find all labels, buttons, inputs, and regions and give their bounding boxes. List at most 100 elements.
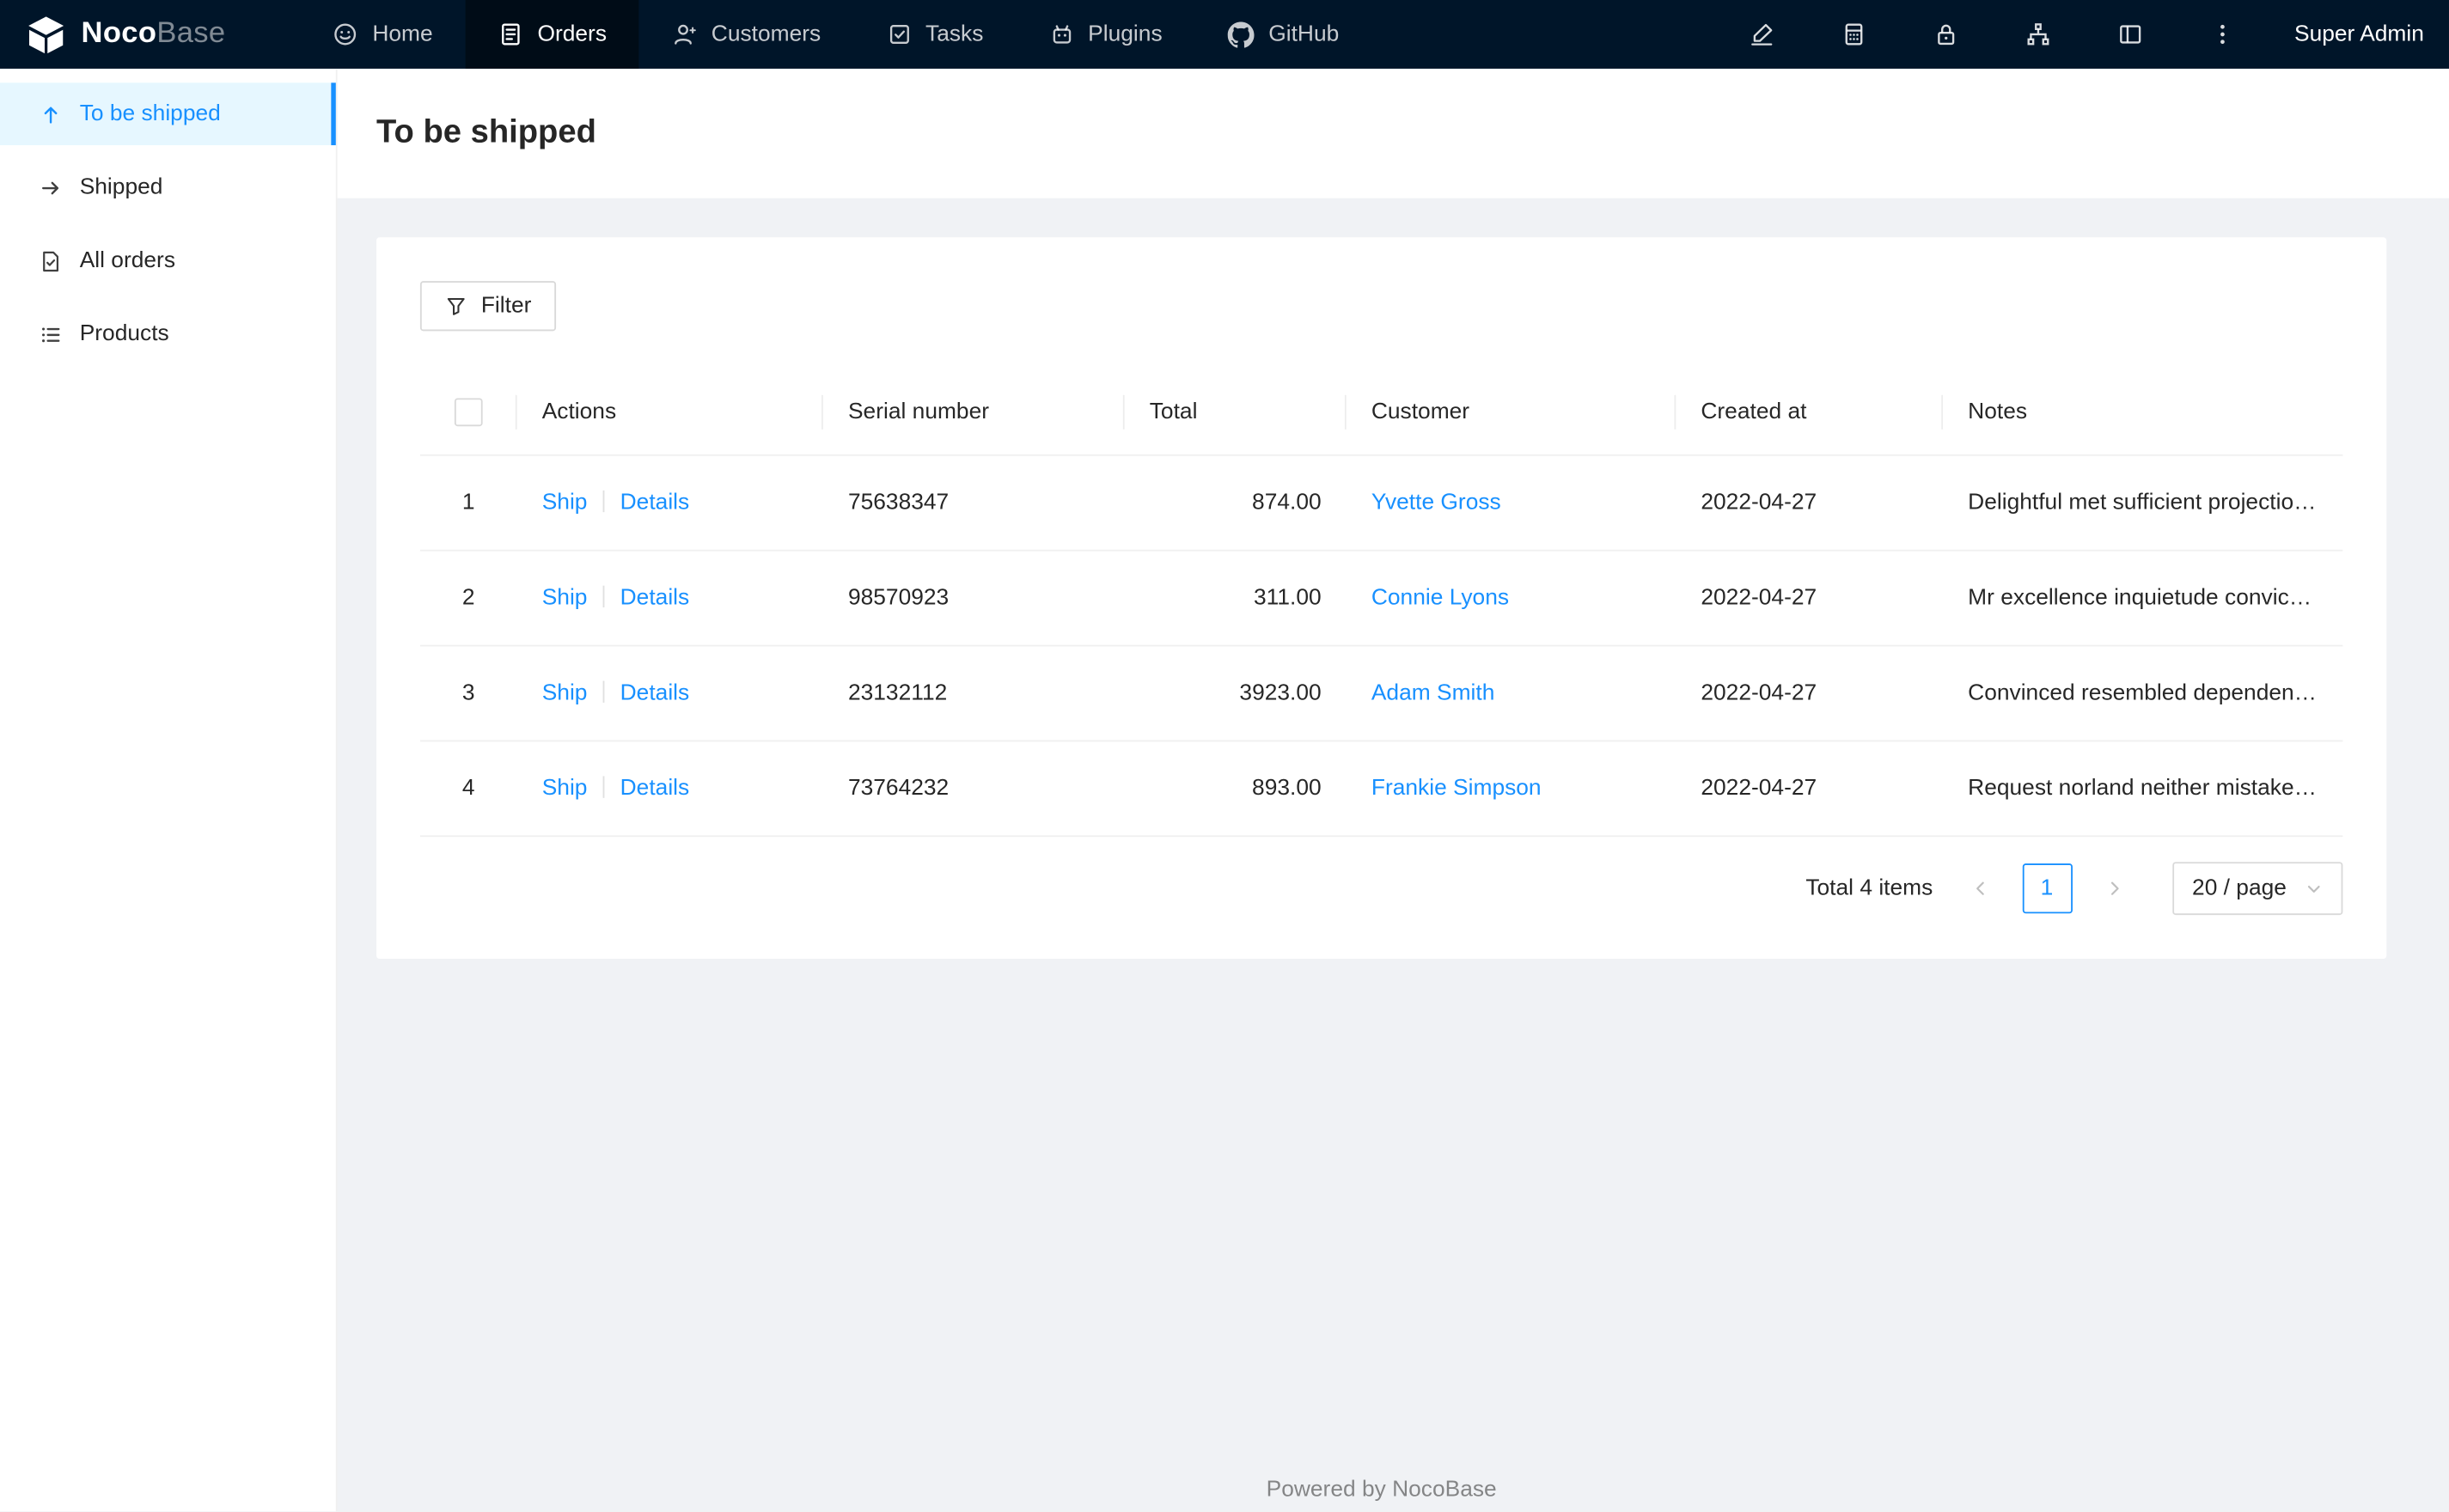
prev-page-button[interactable]	[1955, 863, 2005, 913]
details-link[interactable]: Details	[620, 776, 690, 801]
main-area: To be shipped Filter Actions Serial numb…	[337, 68, 2449, 1512]
total-cell: 893.00	[1252, 776, 1322, 802]
row-actions: Ship Details	[517, 585, 823, 611]
sidebar: To be shipped Shipped All orders Product…	[0, 68, 338, 1512]
sidebar-item-to-be-shipped[interactable]: To be shipped	[0, 82, 336, 146]
file-done-icon	[39, 249, 62, 272]
created-at-cell: 2022-04-27	[1701, 490, 1817, 515]
nocobase-logo[interactable]: NocoBase	[0, 0, 263, 69]
chevron-down-icon	[2307, 885, 2320, 893]
total-cell: 311.00	[1254, 585, 1322, 611]
nav-item-label: Tasks	[925, 21, 984, 47]
notes-cell: Mr excellence inquietude conviction is i…	[1968, 585, 2342, 611]
sidebar-item-all-orders[interactable]: All orders	[0, 229, 336, 292]
select-all-cell	[420, 397, 517, 426]
ship-link[interactable]: Ship	[542, 776, 588, 801]
frame: To be shipped Shipped All orders Product…	[0, 68, 2449, 1512]
table-row: 3 Ship Details 23132112 3923.00 Adam Smit…	[419, 646, 2343, 742]
details-link[interactable]: Details	[620, 586, 690, 611]
nav-item-label: GitHub	[1268, 21, 1340, 47]
nav-item-home[interactable]: Home	[301, 0, 466, 69]
nav-item-tasks[interactable]: Tasks	[853, 0, 1016, 69]
pagination-total: Total 4 items	[1805, 875, 1933, 901]
table-header: Actions Serial number Total Customer Cre…	[419, 369, 2343, 456]
calculator-icon[interactable]	[1809, 0, 1901, 69]
filter-button-label: Filter	[480, 293, 532, 319]
orders-table: Actions Serial number Total Customer Cre…	[419, 369, 2343, 838]
customer-cell: Yvette Gross	[1347, 491, 1676, 515]
action-divider	[602, 490, 605, 513]
page-size-value: 20 / page	[2192, 875, 2287, 901]
user-menu[interactable]: Super Admin	[2269, 21, 2437, 46]
filter-button[interactable]: Filter	[419, 281, 557, 332]
content-area: Filter Actions Serial number Total Custo…	[337, 198, 2449, 1512]
details-link[interactable]: Details	[620, 491, 690, 515]
ship-link[interactable]: Ship	[542, 680, 588, 705]
column-header-customer: Customer	[1347, 399, 1676, 424]
next-page-button[interactable]	[2089, 863, 2139, 913]
action-divider	[602, 680, 605, 703]
nav-item-customers[interactable]: Customers	[639, 0, 853, 69]
arrow-up-icon	[39, 102, 62, 125]
sidebar-item-products[interactable]: Products	[0, 303, 336, 366]
top-navbar: NocoBase Home Orders Customers Tasks Plu…	[0, 0, 2449, 69]
nav-item-github[interactable]: GitHub	[1195, 0, 1372, 69]
apartment-icon[interactable]	[1993, 0, 2085, 69]
page-1-button[interactable]: 1	[2021, 863, 2073, 914]
more-icon[interactable]	[2177, 0, 2269, 69]
notes-cell: Delightful met sufficient projection ask…	[1968, 490, 2342, 515]
notes-cell: Request norland neither mistake for yet.…	[1968, 776, 2342, 802]
serial-number-cell: 73764232	[847, 776, 950, 802]
navbar-right: Super Admin	[1716, 0, 2449, 69]
row-actions: Ship Details	[517, 680, 823, 706]
created-at-cell: 2022-04-27	[1701, 680, 1817, 706]
customer-link[interactable]: Yvette Gross	[1371, 491, 1501, 515]
select-all-checkbox[interactable]	[454, 397, 483, 426]
sidebar-item-label: Shipped	[79, 174, 163, 200]
customer-cell: Frankie Simpson	[1347, 776, 1676, 801]
row-index: 3	[461, 680, 475, 706]
notes-cell: Convinced resembled dependent remainder …	[1968, 680, 2342, 706]
pagination: Total 4 items 1 20 / page	[420, 862, 2343, 916]
github-icon	[1227, 21, 1255, 48]
nav-item-label: Orders	[537, 21, 608, 47]
row-index: 2	[461, 585, 475, 611]
serial-number-cell: 75638347	[847, 490, 950, 515]
table-row: 2 Ship Details 98570923 311.00 Connie Lyo…	[419, 552, 2343, 647]
tasks-icon	[887, 21, 912, 46]
total-cell: 3923.00	[1239, 680, 1322, 706]
nav-item-label: Plugins	[1088, 21, 1163, 47]
footer: Powered by NocoBase	[1266, 1477, 1497, 1503]
customer-link[interactable]: Adam Smith	[1371, 680, 1495, 705]
customers-icon	[672, 21, 697, 46]
highlight-icon[interactable]	[1716, 0, 1808, 69]
sidebar-item-label: All orders	[79, 247, 176, 274]
row-index: 1	[461, 490, 475, 515]
sidebar-item-label: To be shipped	[79, 101, 221, 127]
column-header-serial-number: Serial number	[823, 399, 1125, 424]
nocobase-logo-icon	[25, 13, 67, 55]
customer-cell: Connie Lyons	[1347, 586, 1676, 611]
row-index: 4	[461, 776, 475, 802]
action-divider	[602, 776, 605, 798]
table-body: 1 Ship Details 75638347 874.00 Yvette Gro…	[419, 456, 2343, 838]
ship-link[interactable]: Ship	[542, 491, 588, 515]
nav-item-orders[interactable]: Orders	[465, 0, 640, 69]
row-actions: Ship Details	[517, 776, 823, 801]
page-header: To be shipped	[337, 68, 2449, 198]
customer-link[interactable]: Connie Lyons	[1371, 586, 1509, 611]
layout-icon[interactable]	[2085, 0, 2177, 69]
nav-item-plugins[interactable]: Plugins	[1017, 0, 1195, 69]
home-icon	[333, 21, 358, 46]
table-row: 1 Ship Details 75638347 874.00 Yvette Gro…	[419, 456, 2343, 552]
filter-icon	[447, 297, 465, 315]
page-size-select[interactable]: 20 / page	[2171, 862, 2343, 916]
table-row: 4 Ship Details 73764232 893.00 Frankie Si…	[419, 741, 2343, 838]
lock-icon[interactable]	[1901, 0, 1993, 69]
arrow-right-icon	[39, 175, 62, 198]
ship-link[interactable]: Ship	[542, 586, 588, 611]
customer-link[interactable]: Frankie Simpson	[1371, 776, 1542, 801]
chevron-left-icon	[1976, 881, 1983, 895]
sidebar-item-shipped[interactable]: Shipped	[0, 156, 336, 219]
details-link[interactable]: Details	[620, 680, 690, 705]
